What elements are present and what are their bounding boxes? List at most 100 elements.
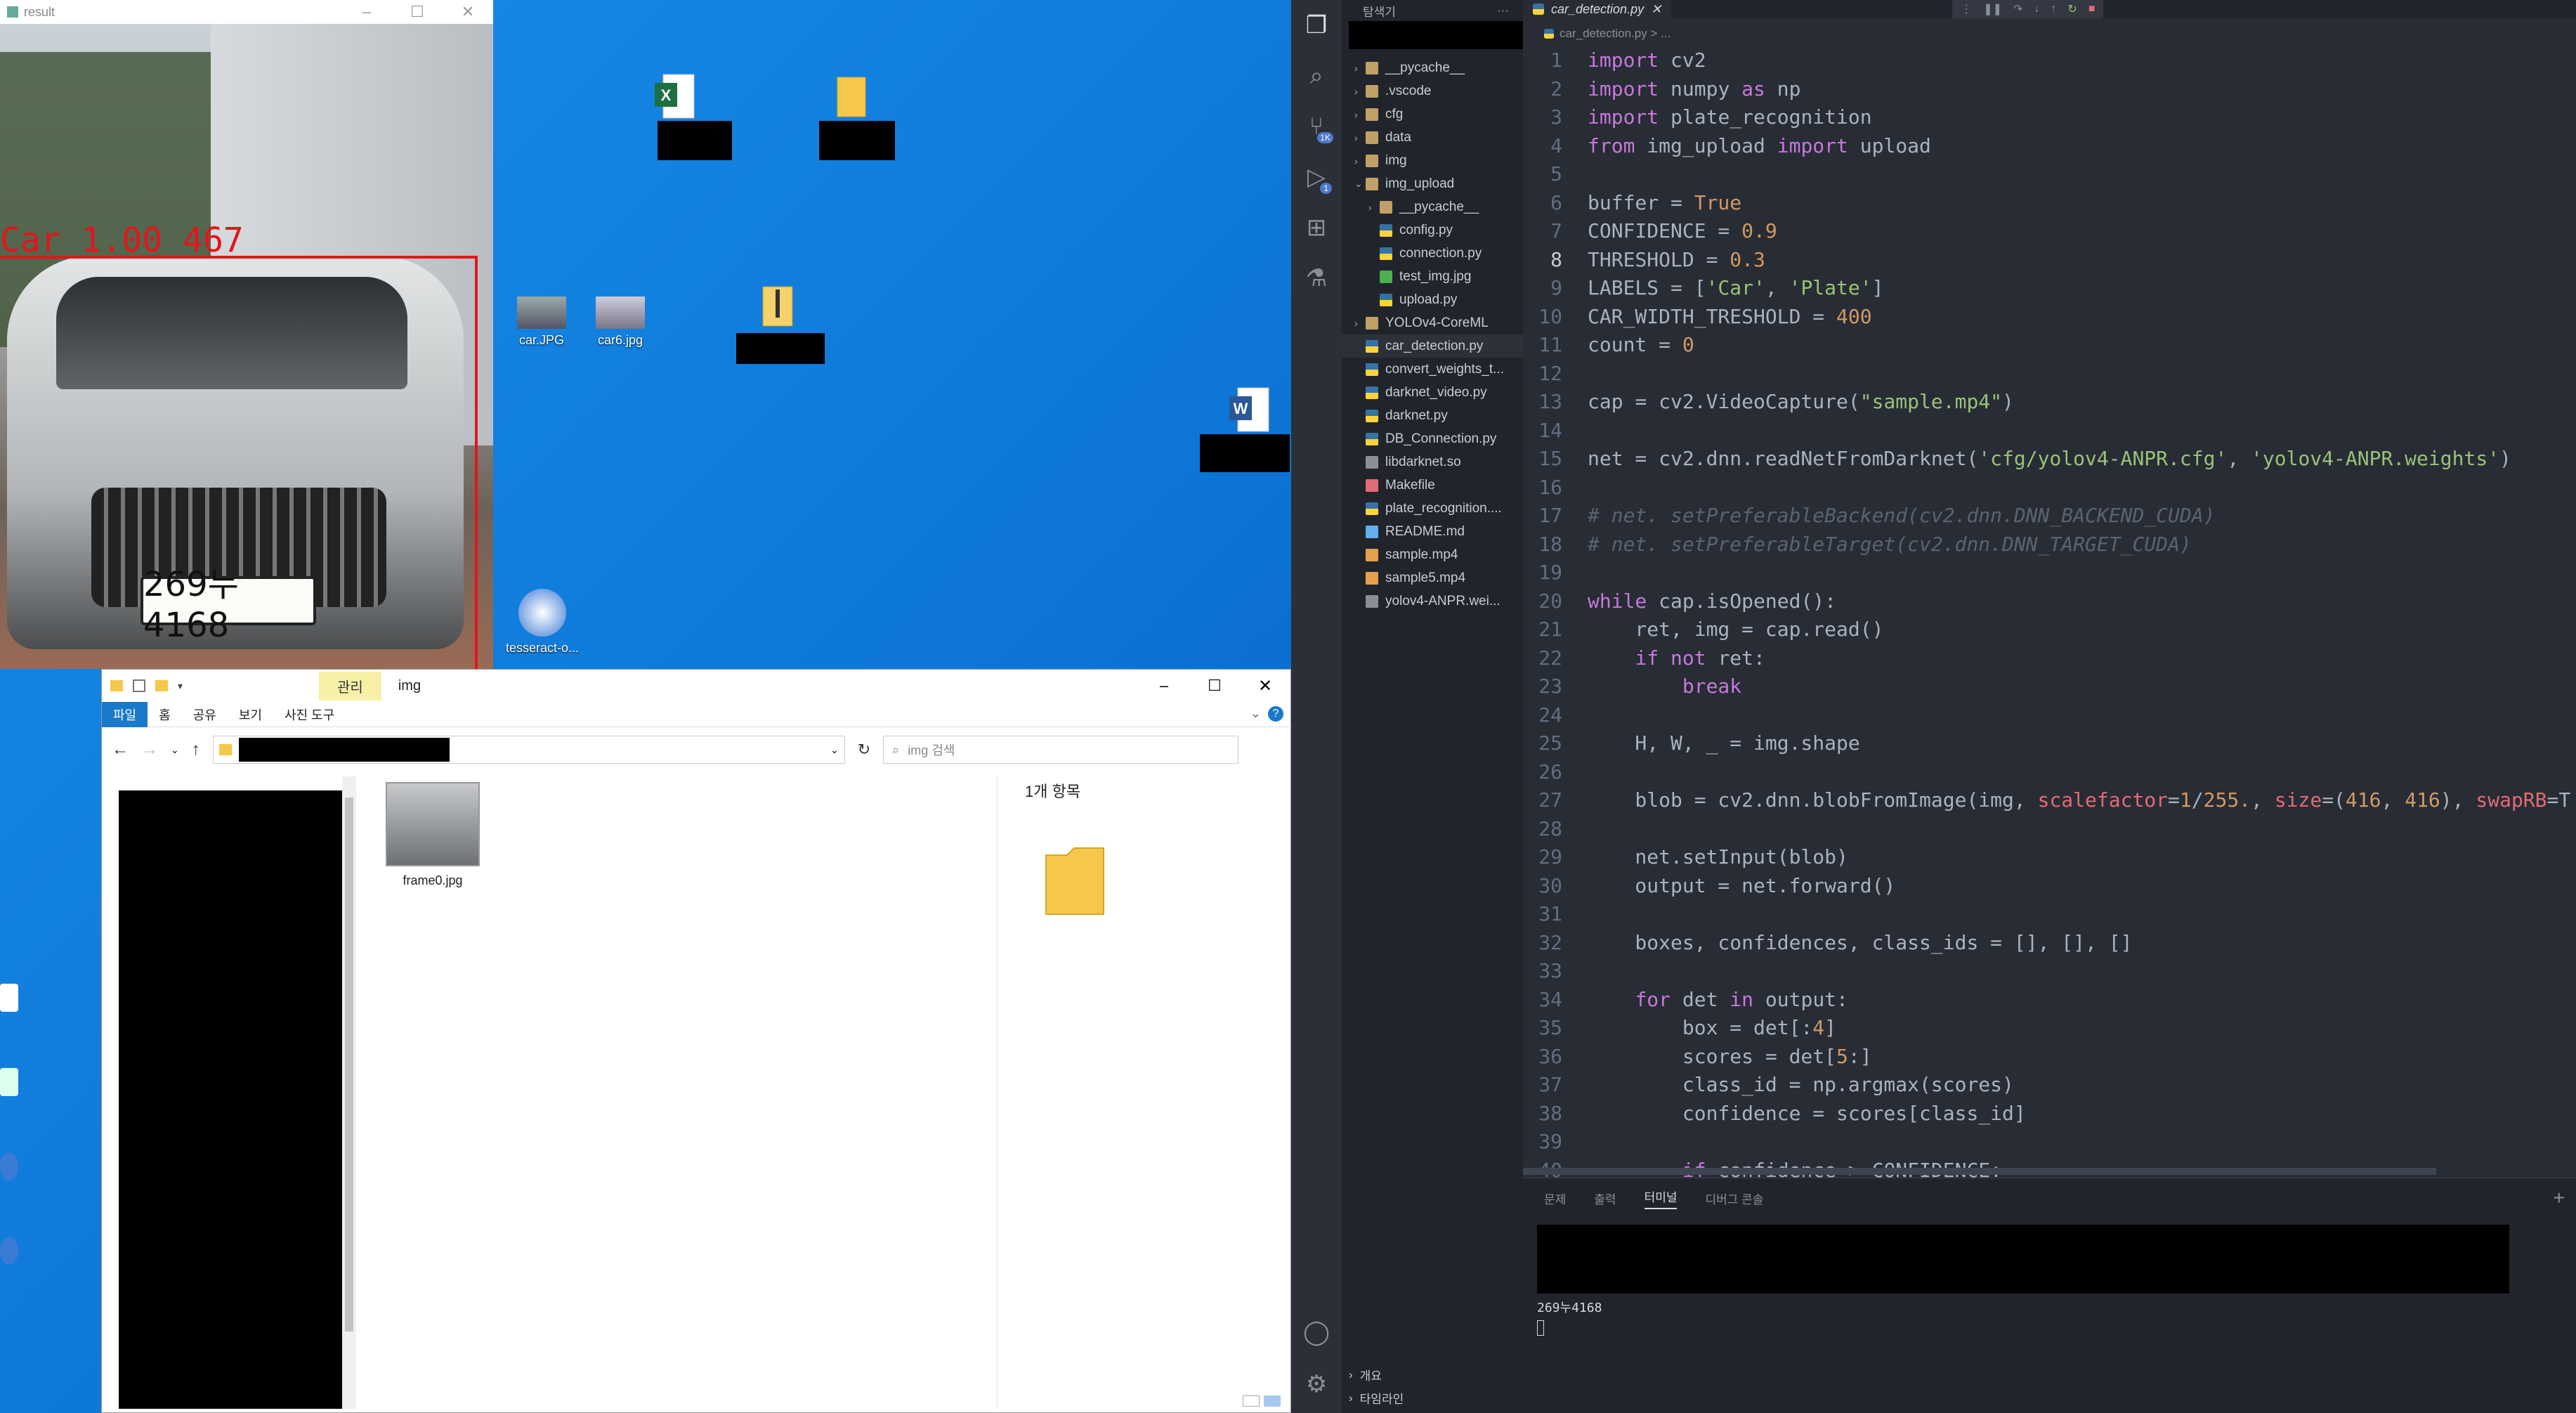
tab-view[interactable]: 보기 [228,702,273,727]
tab-home[interactable]: 홈 [148,702,182,727]
tree-item[interactable]: convert_weights_t... [1342,358,1523,381]
code-token: if not [1635,646,1706,670]
tree-item[interactable]: test_img.jpg [1342,265,1523,288]
minimize-icon[interactable]: – [341,0,392,24]
tree-item[interactable]: darknet_video.py [1342,381,1523,404]
view-toggle[interactable] [1243,1395,1285,1409]
tree-item[interactable]: yolov4-ANPR.wei... [1342,590,1523,613]
tree-item[interactable]: sample.mp4 [1342,543,1523,566]
forward-icon[interactable]: → [141,740,158,760]
tree-item[interactable]: › cfg [1342,103,1523,126]
stop-icon[interactable]: ■ [2088,3,2096,15]
file-explorer-window[interactable]: ▾ 관리 img – ☐ ✕ 파일 홈 공유 보기 사진 도구 ⌄ ? ← → … [101,669,1292,1413]
explorer-icon[interactable]: ❐ [1291,0,1342,51]
tab-problems[interactable]: 문제 [1544,1190,1566,1207]
tree-item[interactable]: upload.py [1342,288,1523,311]
more-actions-icon[interactable]: ··· [1497,4,1509,18]
search-input[interactable]: ⌕ img 검색 [883,736,1239,764]
horizontal-scrollbar[interactable] [1523,1168,2436,1175]
settings-gear-icon[interactable]: ⚙ [1291,1359,1342,1409]
breadcrumb-text[interactable]: car_detection.py > ... [1560,27,1671,41]
restart-icon[interactable]: ↻ [2067,2,2077,16]
maximize-icon[interactable]: ☐ [392,0,443,24]
extensions-icon[interactable]: ⊞ [1291,202,1342,253]
maximize-icon[interactable]: ☐ [1189,670,1240,702]
up-icon[interactable]: ↑ [192,740,200,760]
tab-file[interactable]: 파일 [102,702,148,727]
tree-item[interactable]: › data [1342,126,1523,149]
tab-share[interactable]: 공유 [182,702,228,727]
tab-picture-tools[interactable]: 사진 도구 [273,702,346,727]
close-icon[interactable]: ✕ [443,0,493,24]
pause-icon[interactable]: ❚❚ [1983,2,2002,16]
editor[interactable]: car_detection.py ✕ ⋮ ❚❚ ↷ ↓ ↑ ↻ ■ car_de… [1523,0,2576,1178]
source-control-icon[interactable]: ⑂ 1K [1291,101,1342,152]
vscode-window[interactable]: ❐ ⌕ ⑂ 1K ▷ 1 ⊞ ⚗ ◯ ⚙ 탐색기 ··· › __pycache__ ›… [1291,0,2576,1413]
desktop-icon-car-jpg[interactable]: car.JPG [517,297,566,348]
step-out-icon[interactable]: ↑ [2051,3,2056,15]
ribbon-expand-icon[interactable]: ⌄ [1246,702,1265,727]
address-dropdown-icon[interactable]: ⌄ [830,744,839,756]
manage-context-tab[interactable]: 관리 [319,671,381,701]
close-icon[interactable]: ✕ [1240,670,1290,702]
tab-debug-console[interactable]: 디버그 콘솔 [1705,1190,1763,1207]
tree-item[interactable]: › __pycache__ [1342,56,1523,79]
back-icon[interactable]: ← [112,740,129,760]
tree-item[interactable]: libdarknet.so [1342,450,1523,474]
result-window[interactable]: result – ☐ ✕ Car 1.00 467 269누4168 [0,0,493,669]
details-view-icon[interactable] [1243,1395,1260,1407]
archive-icon[interactable] [759,285,797,327]
desktop-icon-tesseract[interactable]: tesseract-o... [506,589,579,656]
tab-output[interactable]: 출력 [1594,1190,1616,1207]
tree-item[interactable]: config.py [1342,219,1523,242]
tab-terminal[interactable]: 터미널 [1644,1187,1678,1209]
excel-file-icon[interactable]: X [653,73,695,119]
tree-item[interactable]: Makefile [1342,474,1523,497]
folder-icon[interactable] [836,76,867,118]
tree-item[interactable]: › YOLOv4-CoreML [1342,311,1523,334]
large-icons-view-icon[interactable] [1264,1395,1281,1407]
file-item-frame0[interactable]: frame0.jpg [380,782,485,888]
close-icon[interactable]: ✕ [1651,2,1661,17]
run-debug-icon[interactable]: ▷ 1 [1291,152,1342,202]
tree-item[interactable]: ⌄ img_upload [1342,172,1523,195]
tab-car-detection[interactable]: car_detection.py ✕ [1523,0,1672,18]
refresh-icon[interactable]: ↻ [858,741,870,759]
timeline-section[interactable]: › 타임라인 [1342,1386,1523,1409]
folder-preview-icon [1045,847,1104,915]
step-over-icon[interactable]: ↷ [2013,2,2022,16]
folder-icon [1366,61,1378,74]
nav-scrollbar[interactable] [342,776,356,1409]
tree-item[interactable]: README.md [1342,520,1523,543]
tree-item[interactable]: car_detection.py [1342,334,1523,358]
tree-item[interactable]: sample5.mp4 [1342,566,1523,590]
tree-item[interactable]: darknet.py [1342,404,1523,427]
step-into-icon[interactable]: ↓ [2034,3,2039,15]
line-number: 17 [1538,504,1562,527]
tree-item[interactable]: plate_recognition.... [1342,497,1523,520]
outline-section[interactable]: › 개요 [1342,1363,1523,1386]
tree-item[interactable]: connection.py [1342,242,1523,265]
code-area[interactable]: 1 import cv2 2 import numpy as np 3 import pl… [1523,46,2570,1178]
tree-item[interactable]: › .vscode [1342,79,1523,103]
new-terminal-icon[interactable]: + [2554,1187,2565,1209]
tree-item[interactable]: › img [1342,149,1523,172]
account-icon[interactable]: ◯ [1291,1307,1342,1357]
testing-icon[interactable]: ⚗ [1291,253,1342,304]
tree-item[interactable]: DB_Connection.py [1342,427,1523,450]
minimize-icon[interactable]: – [1139,670,1189,702]
explorer-titlebar[interactable]: ▾ 관리 img [102,670,1292,702]
checkbox-icon[interactable] [133,679,145,692]
recent-dropdown-icon[interactable]: ⌄ [171,744,179,756]
address-bar[interactable]: ⌄ [212,736,845,764]
drag-handle-icon[interactable]: ⋮ [1961,2,1972,16]
image-thumbnail-icon [386,782,480,866]
word-file-icon[interactable]: W [1228,386,1270,433]
desktop-icon-car6-jpg[interactable]: car6.jpg [596,297,645,348]
help-icon[interactable]: ? [1268,706,1283,722]
search-icon[interactable]: ⌕ [1291,51,1342,101]
tree-item[interactable]: › __pycache__ [1342,195,1523,219]
line-number: 15 [1538,447,1562,470]
qat-dropdown-icon[interactable]: ▾ [178,680,183,692]
